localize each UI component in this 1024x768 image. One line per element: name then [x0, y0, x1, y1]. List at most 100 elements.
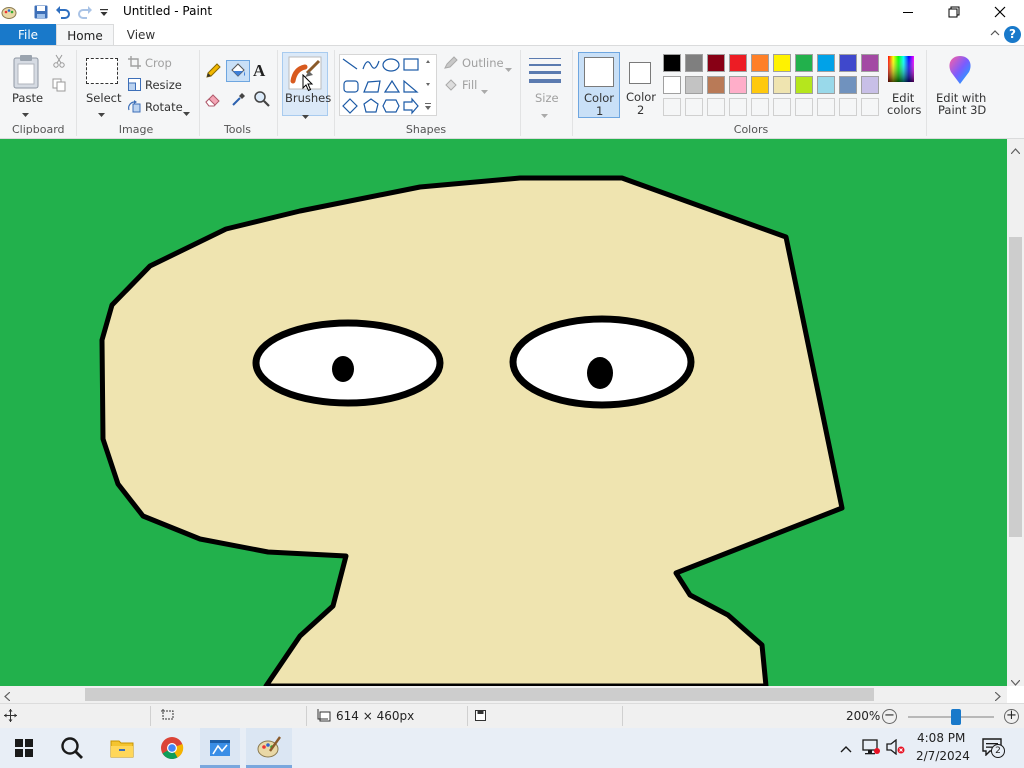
palette-swatch[interactable] [795, 54, 813, 72]
size-button[interactable]: Size [535, 91, 559, 105]
horizontal-scrollbar[interactable] [0, 686, 1007, 703]
fill-dropdown-icon[interactable] [481, 83, 488, 97]
custom-color-slot[interactable] [751, 98, 769, 116]
minimize-button[interactable] [885, 0, 931, 24]
select-icon[interactable] [86, 58, 118, 84]
palette-swatch[interactable] [861, 76, 879, 94]
chevron-up-icon[interactable] [840, 742, 852, 756]
fill-bucket-icon[interactable] [226, 60, 250, 82]
palette-swatch[interactable] [663, 76, 681, 94]
custom-color-slot[interactable] [773, 98, 791, 116]
outline-dropdown-icon[interactable] [505, 61, 512, 75]
undo-icon[interactable] [54, 3, 72, 21]
cut-icon[interactable] [52, 54, 66, 71]
outline-icon[interactable] [443, 56, 459, 73]
resize-icon[interactable] [128, 78, 141, 94]
paint-app-icon[interactable] [0, 3, 18, 21]
color2-button[interactable]: Color 2 [620, 52, 662, 118]
tab-view[interactable]: View [114, 24, 168, 46]
select-button[interactable]: Select [86, 91, 121, 105]
taskbar-paint-button[interactable] [246, 728, 292, 768]
color-picker-icon[interactable] [230, 90, 248, 111]
text-tool-icon[interactable]: A [253, 61, 265, 81]
fill-icon[interactable] [443, 78, 459, 95]
shapes-gallery[interactable] [339, 54, 437, 116]
drawing-canvas[interactable] [0, 139, 1007, 686]
horizontal-scroll-thumb[interactable] [85, 688, 874, 701]
custom-color-slot[interactable] [817, 98, 835, 116]
palette-swatch[interactable] [773, 76, 791, 94]
size-dropdown-icon[interactable] [541, 107, 548, 121]
outline-button[interactable]: Outline [462, 56, 504, 70]
custom-color-slot[interactable] [795, 98, 813, 116]
tab-file[interactable]: File [0, 24, 56, 46]
help-icon[interactable]: ? [1004, 26, 1021, 43]
rotate-button[interactable]: Rotate [145, 100, 183, 114]
palette-swatch[interactable] [817, 76, 835, 94]
tab-home[interactable]: Home [56, 24, 114, 46]
paint3d-icon[interactable] [945, 54, 975, 89]
palette-swatch[interactable] [861, 54, 879, 72]
scroll-right-icon[interactable] [994, 690, 1001, 704]
palette-swatch[interactable] [729, 76, 747, 94]
file-explorer-button[interactable] [98, 728, 146, 768]
palette-swatch[interactable] [707, 76, 725, 94]
palette-swatch[interactable] [773, 54, 791, 72]
scroll-left-icon[interactable] [4, 690, 11, 704]
scroll-up-icon[interactable] [1010, 143, 1021, 157]
clock-date[interactable]: 2/7/2024 [916, 749, 970, 763]
save-icon[interactable] [32, 3, 50, 21]
vertical-scrollbar[interactable] [1007, 139, 1024, 686]
crop-icon[interactable] [128, 56, 141, 72]
magnifier-icon[interactable] [253, 90, 271, 111]
paste-button[interactable]: Paste [12, 91, 43, 105]
custom-color-slot[interactable] [663, 98, 681, 116]
customize-quick-access-icon[interactable] [95, 3, 113, 21]
size-icon[interactable] [528, 56, 562, 87]
taskbar-app-button[interactable] [200, 728, 240, 768]
palette-swatch[interactable] [729, 54, 747, 72]
eraser-icon[interactable] [204, 90, 222, 111]
rotate-dropdown-icon[interactable] [183, 105, 190, 119]
search-button[interactable] [48, 728, 96, 768]
fill-button[interactable]: Fill [462, 78, 477, 92]
custom-color-slot[interactable] [685, 98, 703, 116]
palette-swatch[interactable] [663, 54, 681, 72]
pencil-icon[interactable] [204, 62, 222, 83]
palette-swatch[interactable] [685, 54, 703, 72]
close-button[interactable] [977, 0, 1023, 24]
zoom-out-button[interactable]: − [882, 709, 897, 724]
edit-colors-label-2[interactable]: colors [887, 103, 921, 117]
custom-color-slot[interactable] [729, 98, 747, 116]
notifications-button[interactable]: 2 [982, 738, 1005, 759]
custom-color-slot[interactable] [861, 98, 879, 116]
paste-icon[interactable] [10, 54, 44, 92]
maximize-button[interactable] [931, 0, 977, 24]
collapse-ribbon-icon[interactable] [989, 27, 1001, 42]
copy-icon[interactable] [52, 78, 66, 95]
rotate-icon[interactable] [128, 100, 141, 116]
crop-button[interactable]: Crop [145, 56, 172, 70]
scroll-down-icon[interactable] [1010, 675, 1021, 689]
custom-color-slot[interactable] [839, 98, 857, 116]
palette-swatch[interactable] [839, 54, 857, 72]
redo-icon[interactable] [76, 3, 94, 21]
paste-dropdown-icon[interactable] [22, 106, 29, 120]
network-icon[interactable] [862, 739, 880, 758]
zoom-in-button[interactable]: + [1004, 709, 1019, 724]
zoom-slider-thumb[interactable] [951, 709, 961, 725]
resize-button[interactable]: Resize [145, 78, 182, 92]
edit-colors-icon[interactable] [886, 54, 916, 84]
palette-swatch[interactable] [795, 76, 813, 94]
start-button[interactable] [0, 728, 48, 768]
palette-swatch[interactable] [839, 76, 857, 94]
palette-swatch[interactable] [707, 54, 725, 72]
volume-muted-icon[interactable] [886, 738, 906, 758]
paint3d-label-2[interactable]: Paint 3D [938, 103, 986, 117]
color1-button[interactable]: Color 1 [578, 52, 620, 118]
palette-swatch[interactable] [751, 76, 769, 94]
chrome-button[interactable] [148, 728, 196, 768]
select-dropdown-icon[interactable] [98, 106, 105, 120]
custom-color-slot[interactable] [707, 98, 725, 116]
palette-swatch[interactable] [751, 54, 769, 72]
